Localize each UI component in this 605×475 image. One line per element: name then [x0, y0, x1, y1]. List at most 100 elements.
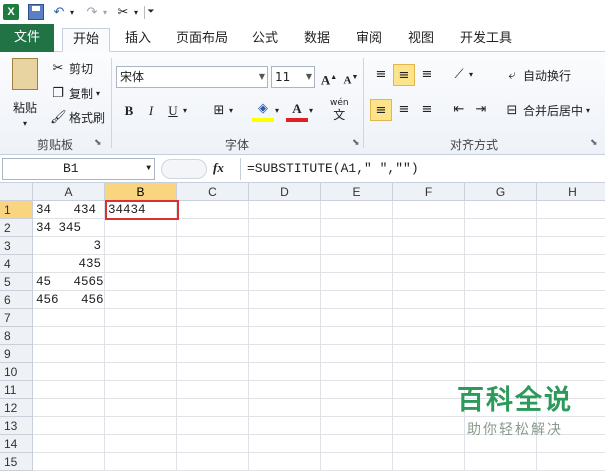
cell-c11[interactable] [177, 381, 249, 399]
cell-e11[interactable] [321, 381, 393, 399]
phonetic-guide-button[interactable]: wén 文 [330, 97, 349, 121]
cell-b12[interactable] [105, 399, 177, 417]
name-box[interactable]: B1 ▼ [2, 158, 155, 180]
cell-b11[interactable] [105, 381, 177, 399]
row-header-9[interactable]: 9 [0, 345, 33, 363]
cell-b14[interactable] [105, 435, 177, 453]
undo-icon[interactable]: ↶ [50, 3, 68, 21]
column-header-d[interactable]: D [249, 183, 321, 201]
column-header-g[interactable]: G [465, 183, 537, 201]
row-header-1[interactable]: 1 [0, 201, 33, 219]
font-launcher-icon[interactable]: ⬊ [352, 138, 360, 148]
borders-dropdown-icon[interactable]: ▾ [226, 100, 236, 122]
cell-f1[interactable] [393, 201, 465, 219]
cell-d11[interactable] [249, 381, 321, 399]
cell-g1[interactable] [465, 201, 537, 219]
cell-g8[interactable] [465, 327, 537, 345]
merge-center-button[interactable]: ⊟ 合并后居中 ▾ [504, 102, 590, 119]
cell-e10[interactable] [321, 363, 393, 381]
font-color-icon[interactable]: A [286, 100, 308, 122]
cell-g6[interactable] [465, 291, 537, 309]
row-header-12[interactable]: 12 [0, 399, 33, 417]
font-color-dropdown-icon[interactable]: ▾ [306, 100, 316, 122]
row-header-6[interactable]: 6 [0, 291, 33, 309]
cell-g2[interactable] [465, 219, 537, 237]
bold-button[interactable]: B [118, 100, 140, 122]
cell-h1[interactable] [537, 201, 605, 219]
cell-h4[interactable] [537, 255, 605, 273]
decrease-indent-icon[interactable]: ⇤ [448, 99, 470, 121]
cell-c14[interactable] [177, 435, 249, 453]
row-header-7[interactable]: 7 [0, 309, 33, 327]
increase-indent-icon[interactable]: ⇥ [470, 99, 492, 121]
cell-c12[interactable] [177, 399, 249, 417]
cell-h7[interactable] [537, 309, 605, 327]
cell-a6[interactable]: 456 456 [33, 291, 105, 309]
formula-bar-resize-handle[interactable] [161, 159, 207, 179]
tab-page-layout[interactable]: 页面布局 [172, 28, 232, 52]
cell-a10[interactable] [33, 363, 105, 381]
redo-icon[interactable]: ↷ [83, 3, 101, 21]
cell-d4[interactable] [249, 255, 321, 273]
cell-c6[interactable] [177, 291, 249, 309]
row-header-10[interactable]: 10 [0, 363, 33, 381]
column-header-c[interactable]: C [177, 183, 249, 201]
cell-c5[interactable] [177, 273, 249, 291]
cell-h15[interactable] [537, 453, 605, 471]
cell-d1[interactable] [249, 201, 321, 219]
cell-b9[interactable] [105, 345, 177, 363]
cell-a4[interactable]: 435 [33, 255, 105, 273]
cell-b13[interactable] [105, 417, 177, 435]
tab-formulas[interactable]: 公式 [248, 28, 282, 52]
cell-e2[interactable] [321, 219, 393, 237]
clipboard-launcher-icon[interactable]: ⬊ [94, 138, 102, 148]
cell-d10[interactable] [249, 363, 321, 381]
cell-h6[interactable] [537, 291, 605, 309]
insert-function-icon[interactable]: fx [213, 160, 224, 176]
row-header-8[interactable]: 8 [0, 327, 33, 345]
cell-d3[interactable] [249, 237, 321, 255]
cell-d7[interactable] [249, 309, 321, 327]
cell-a7[interactable] [33, 309, 105, 327]
cell-b8[interactable] [105, 327, 177, 345]
cell-a9[interactable] [33, 345, 105, 363]
cell-c10[interactable] [177, 363, 249, 381]
cell-a11[interactable] [33, 381, 105, 399]
cell-g15[interactable] [465, 453, 537, 471]
column-header-f[interactable]: F [393, 183, 465, 201]
cell-d13[interactable] [249, 417, 321, 435]
cell-e1[interactable] [321, 201, 393, 219]
cell-a3[interactable]: 3 [33, 237, 105, 255]
cell-e12[interactable] [321, 399, 393, 417]
tab-view[interactable]: 视图 [404, 28, 438, 52]
copy-button[interactable]: ❐ 复制 ▾ [50, 85, 100, 102]
cell-b3[interactable] [105, 237, 177, 255]
cell-c1[interactable] [177, 201, 249, 219]
row-header-4[interactable]: 4 [0, 255, 33, 273]
select-all-corner[interactable] [0, 183, 33, 201]
cell-e5[interactable] [321, 273, 393, 291]
cell-f15[interactable] [393, 453, 465, 471]
cell-h8[interactable] [537, 327, 605, 345]
alignment-launcher-icon[interactable]: ⬊ [590, 138, 598, 148]
cell-e14[interactable] [321, 435, 393, 453]
undo-dropdown-icon[interactable]: ▾ [68, 3, 76, 21]
cell-e7[interactable] [321, 309, 393, 327]
cell-d8[interactable] [249, 327, 321, 345]
column-header-b[interactable]: B [105, 183, 177, 201]
tab-insert[interactable]: 插入 [120, 28, 156, 52]
grow-font-button[interactable]: A▲ [318, 66, 340, 88]
cell-a12[interactable] [33, 399, 105, 417]
font-size-combo[interactable]: 11 ▼ [271, 66, 315, 88]
column-header-h[interactable]: H [537, 183, 605, 201]
cell-c9[interactable] [177, 345, 249, 363]
cell-a8[interactable] [33, 327, 105, 345]
cell-g7[interactable] [465, 309, 537, 327]
row-header-11[interactable]: 11 [0, 381, 33, 399]
cell-b2[interactable] [105, 219, 177, 237]
cut-button[interactable]: ✂ 剪切 [50, 60, 93, 77]
cell-d6[interactable] [249, 291, 321, 309]
tab-home[interactable]: 开始 [62, 28, 110, 52]
cell-e8[interactable] [321, 327, 393, 345]
cell-c15[interactable] [177, 453, 249, 471]
